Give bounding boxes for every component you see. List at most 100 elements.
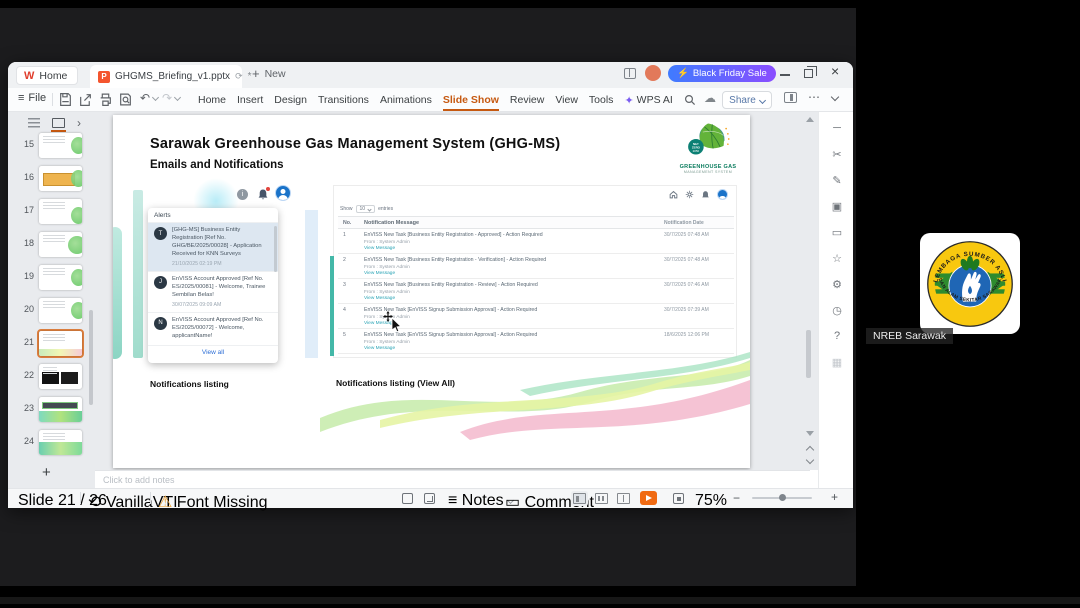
menu-animations[interactable]: Animations bbox=[380, 94, 432, 106]
help-icon[interactable]: ? bbox=[830, 330, 844, 342]
menu-review[interactable]: Review bbox=[510, 94, 544, 106]
export-icon[interactable] bbox=[78, 92, 93, 107]
collapse-panel-icon[interactable]: › bbox=[77, 117, 81, 129]
menu-design[interactable]: Design bbox=[274, 94, 307, 106]
menu-wps-ai[interactable]: ✦ WPS AI bbox=[624, 94, 672, 107]
outline-view-icon[interactable] bbox=[28, 118, 40, 128]
page-size-select[interactable]: 10 bbox=[355, 205, 376, 213]
table-row[interactable]: 2 EnVISS New Task [Business Entity Regis… bbox=[338, 254, 734, 279]
chevron-down-icon bbox=[758, 96, 766, 104]
cloud-save-icon[interactable]: ☁ bbox=[704, 91, 716, 105]
slide-scrollbar[interactable] bbox=[806, 330, 811, 378]
share-button[interactable]: Share bbox=[722, 91, 772, 109]
font-missing-warning[interactable]: ⚠ Font Missing bbox=[158, 492, 268, 512]
alert-item[interactable]: J EnVISS Account Approved [Ref No. ES/20… bbox=[148, 272, 278, 313]
add-slide-button[interactable]: + bbox=[42, 464, 51, 481]
slide-thumbnail-17[interactable]: 17 bbox=[8, 196, 92, 229]
undo-button[interactable]: ↶ bbox=[140, 91, 160, 105]
slide-thumbnail-22[interactable]: 22 bbox=[8, 361, 92, 394]
view-message-link[interactable]: View Message bbox=[364, 271, 658, 276]
view-message-link[interactable]: View Message bbox=[364, 321, 658, 326]
redo-button[interactable]: ↷ bbox=[162, 91, 182, 105]
slideshow-play-button[interactable] bbox=[640, 491, 657, 505]
wps-home-tab[interactable]: W Home bbox=[16, 66, 79, 85]
reading-view-icon[interactable] bbox=[617, 493, 630, 504]
new-tab-button[interactable]: + New bbox=[252, 66, 286, 81]
side-by-side-icon[interactable] bbox=[624, 68, 636, 79]
print-preview-icon[interactable] bbox=[118, 92, 133, 107]
presentation-file-icon: P bbox=[98, 70, 110, 83]
black-friday-sale-button[interactable]: ⚡ Black Friday Sale bbox=[668, 65, 776, 82]
menu-home[interactable]: Home bbox=[198, 94, 226, 106]
apps-icon[interactable]: ▦ bbox=[830, 356, 844, 369]
slide-thumbnail-21-selected[interactable]: 21 bbox=[8, 328, 92, 361]
zoom-slider-knob[interactable] bbox=[779, 494, 786, 501]
table-row[interactable]: 1 EnVISS New Task [Business Entity Regis… bbox=[338, 229, 734, 254]
close-button[interactable]: × bbox=[831, 63, 839, 79]
slide-thumbnail-18[interactable]: 18 bbox=[8, 229, 92, 262]
lightning-icon: ⚡ bbox=[677, 68, 689, 79]
notes-toggle[interactable]: ≡ Notes bbox=[448, 492, 515, 510]
bell-icon bbox=[702, 190, 709, 197]
alert-item[interactable]: T [GHG-MS] Business Entity Registration … bbox=[148, 223, 278, 272]
file-menu-label: File bbox=[28, 92, 47, 104]
zoom-in-button[interactable]: + bbox=[831, 490, 838, 504]
scroll-down-arrow[interactable] bbox=[806, 431, 814, 436]
comment-pane-icon[interactable]: ▭ bbox=[830, 226, 844, 239]
edit-tools-icon[interactable]: ✂ bbox=[830, 148, 844, 161]
print-icon[interactable] bbox=[98, 92, 113, 107]
save-icon[interactable] bbox=[58, 92, 73, 107]
slide-thumbnail-23[interactable]: 23 bbox=[8, 394, 92, 427]
shapes-icon[interactable]: ▣ bbox=[830, 200, 844, 213]
normal-view-icon[interactable] bbox=[573, 493, 586, 504]
slide-thumbnail-24[interactable]: 24 bbox=[8, 427, 92, 460]
slide-canvas[interactable]: Sarawak Greenhouse Gas Management System… bbox=[113, 115, 750, 468]
slide-thumbnail-16[interactable]: 16 bbox=[8, 163, 92, 196]
slide-thumbnail-15[interactable]: 15 bbox=[8, 130, 92, 163]
document-tab[interactable]: P GHGMS_Briefing_v1.pptx ⟳ * bbox=[90, 65, 252, 88]
slide-thumbnail-19[interactable]: 19 bbox=[8, 262, 92, 295]
divider bbox=[80, 492, 81, 504]
slide-thumbnail-20[interactable]: 20 bbox=[8, 295, 92, 328]
wps-logo-icon: W bbox=[24, 69, 35, 82]
view-all-link[interactable]: View all bbox=[148, 346, 278, 359]
dropdown-scrollbar[interactable] bbox=[274, 226, 277, 272]
slide-sorter-view-icon[interactable] bbox=[595, 493, 608, 504]
alerts-dropdown: Alerts T [GHG-MS] Business Entity Regist… bbox=[148, 208, 278, 363]
slide-view-icon[interactable] bbox=[51, 118, 66, 132]
favorites-icon[interactable]: ☆ bbox=[830, 252, 844, 265]
mouse-cursor bbox=[383, 311, 402, 333]
search-icon[interactable] bbox=[684, 94, 696, 106]
alerts-screenshot: i Alerts T [GHG-MS] Business Entity Regi… bbox=[133, 178, 333, 363]
pen-annotate-icon[interactable]: ✎ bbox=[830, 174, 844, 187]
thumbnail-pane-toggle-icon[interactable] bbox=[402, 493, 413, 504]
plus-icon: + bbox=[252, 66, 260, 81]
account-avatar[interactable] bbox=[645, 65, 661, 81]
menu-view[interactable]: View bbox=[555, 94, 578, 106]
fit-slide-icon[interactable] bbox=[673, 493, 684, 504]
menu-transitions[interactable]: Transitions bbox=[318, 94, 369, 106]
participant-video-tile[interactable]: LEMBAGA SUMBER ASLI DAN ALAM SEKITAR SAR… bbox=[920, 233, 1020, 334]
minimize-button[interactable] bbox=[780, 74, 790, 76]
table-row[interactable]: 3 EnVISS New Task [Business Entity Regis… bbox=[338, 279, 734, 304]
menu-slide-show[interactable]: Slide Show bbox=[442, 94, 499, 111]
restore-button[interactable] bbox=[804, 66, 817, 78]
alert-item[interactable]: N EnVISS Account Approved [Ref No. ES/20… bbox=[148, 313, 278, 346]
menu-tools[interactable]: Tools bbox=[589, 94, 614, 106]
notes-input[interactable]: Click to add notes bbox=[95, 470, 810, 488]
view-message-link[interactable]: View Message bbox=[364, 246, 658, 251]
history-icon[interactable]: ◷ bbox=[830, 304, 844, 317]
zoom-level[interactable]: 75% bbox=[695, 492, 727, 510]
settings-gear-icon bbox=[685, 190, 694, 199]
scroll-up-arrow[interactable] bbox=[806, 117, 814, 122]
hide-sidebar-icon[interactable]: ─ bbox=[830, 122, 844, 134]
file-menu-button[interactable]: ≡ File bbox=[18, 92, 46, 104]
jump-to-slide-icon[interactable] bbox=[424, 493, 435, 504]
menu-insert[interactable]: Insert bbox=[237, 94, 263, 106]
task-pane-icon[interactable] bbox=[784, 92, 797, 103]
settings-icon[interactable]: ⚙ bbox=[830, 278, 844, 291]
view-message-link[interactable]: View Message bbox=[364, 296, 658, 301]
thumbnail-scrollbar[interactable] bbox=[89, 310, 93, 405]
more-options-icon[interactable]: ⋯ bbox=[808, 90, 820, 104]
zoom-out-button[interactable]: − bbox=[733, 491, 740, 505]
